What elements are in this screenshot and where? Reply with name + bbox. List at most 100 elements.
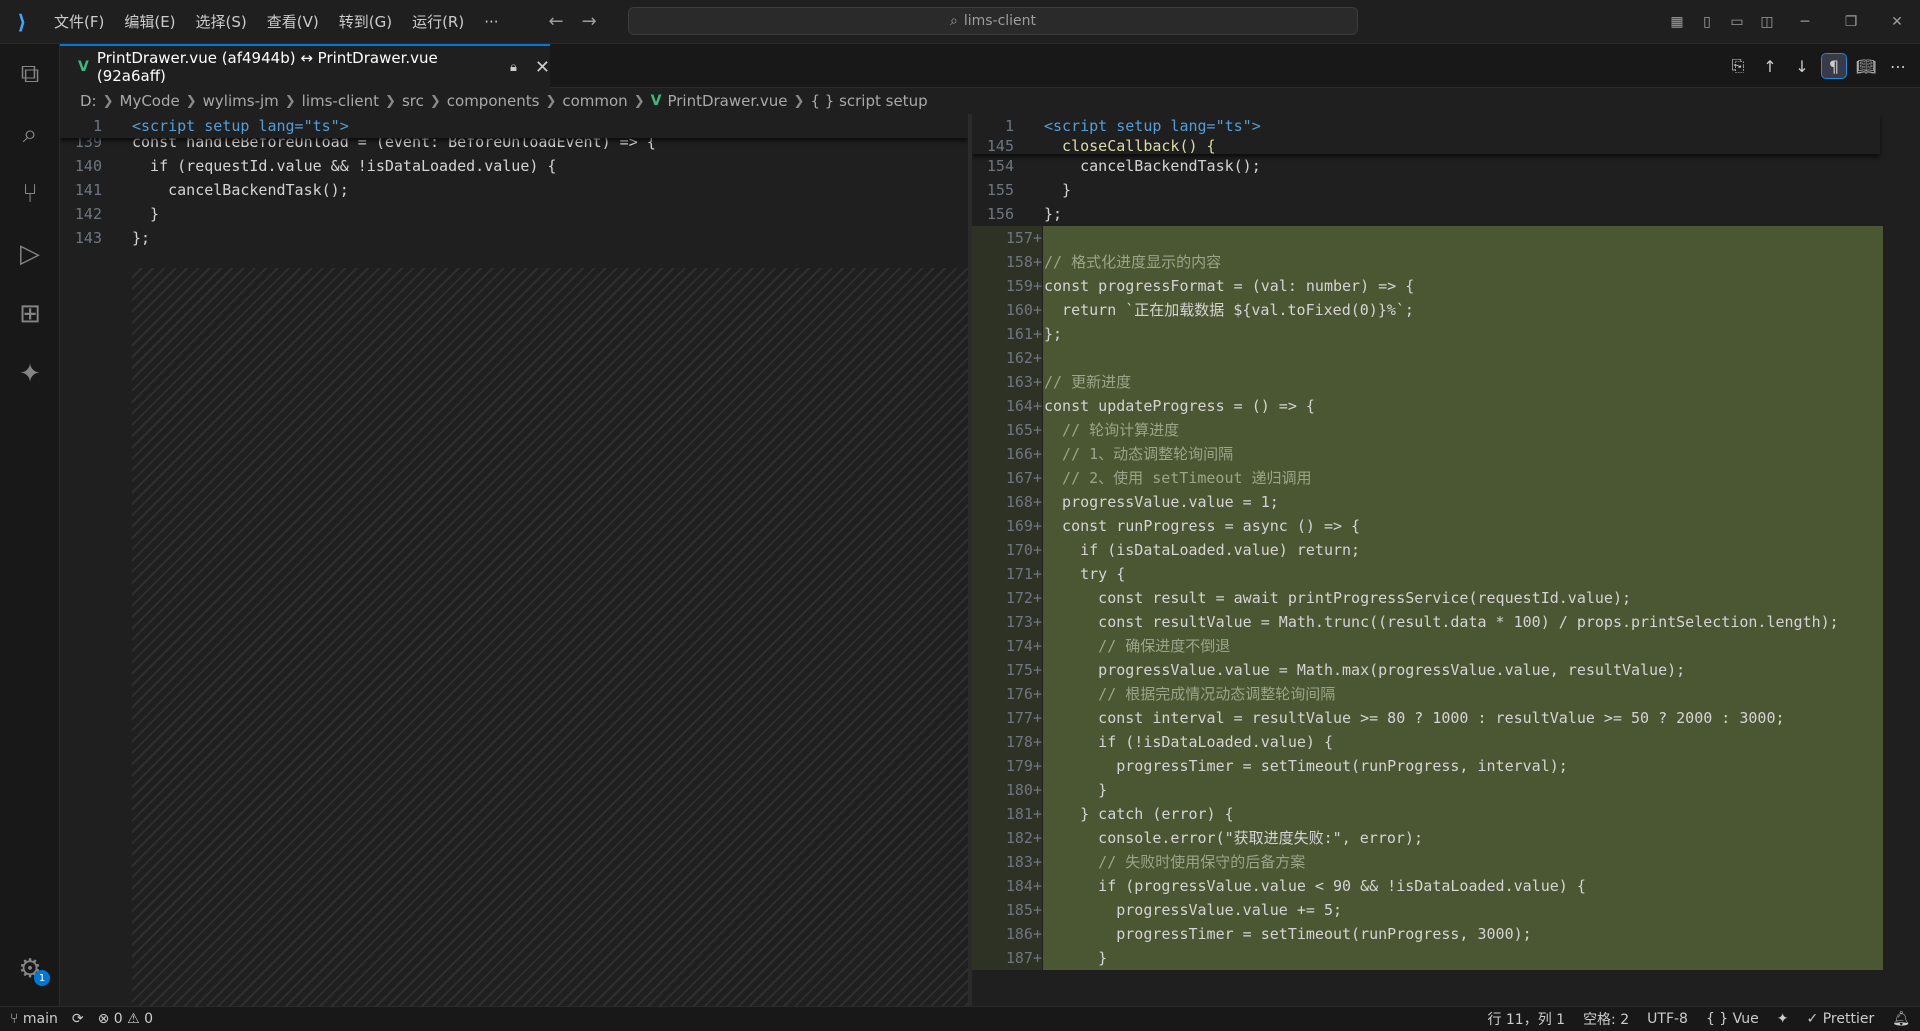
menu-edit[interactable]: 编辑(E): [114, 0, 185, 44]
menu-goto[interactable]: 转到(G): [329, 0, 402, 44]
breadcrumb-components[interactable]: components: [447, 92, 540, 110]
code-line[interactable]: };: [1044, 322, 1062, 346]
code-line[interactable]: progressTimer = setTimeout(runProgress, …: [1044, 922, 1531, 946]
diff-editor-tab[interactable]: V PrintDrawer.vue (af4944b) ↔ PrintDrawe…: [60, 44, 550, 88]
code-line[interactable]: }: [1044, 778, 1107, 802]
added-line-highlight: [1043, 346, 1883, 370]
next-change-icon[interactable]: ↓: [1790, 54, 1814, 78]
run-debug-icon[interactable]: ▷: [0, 224, 60, 284]
code-line[interactable]: } catch (error) {: [1044, 802, 1234, 826]
code-line[interactable]: progressTimer = setTimeout(runProgress, …: [1044, 754, 1568, 778]
code-line[interactable]: if (isDataLoaded.value) return;: [1044, 538, 1360, 562]
code-line[interactable]: const runProgress = async () => {: [1044, 514, 1360, 538]
line-number: 187+: [1005, 949, 1042, 967]
more-actions-icon[interactable]: ⋯: [1886, 54, 1910, 78]
code-line[interactable]: }: [1044, 178, 1071, 202]
toggle-panel-icon[interactable]: ▭: [1722, 14, 1752, 30]
line-number: 141: [74, 181, 102, 199]
code-line[interactable]: progressValue.value = Math.max(progressV…: [1044, 658, 1685, 682]
search-view-icon[interactable]: ⌕: [0, 104, 60, 164]
back-arrow-icon[interactable]: ←: [549, 11, 564, 32]
breadcrumb-wylims[interactable]: wylims-jm: [203, 92, 279, 110]
code-line[interactable]: // 轮询计算进度: [1044, 418, 1179, 442]
open-preview-icon[interactable]: 📖︎: [1854, 54, 1878, 78]
code-line[interactable]: if (progressValue.value < 90 && !isDataL…: [1044, 874, 1586, 898]
notifications-bell-icon[interactable]: 🔔︎: [1892, 1011, 1910, 1027]
code-line[interactable]: cancelBackendTask();: [132, 178, 349, 202]
code-line[interactable]: const updateProgress = () => {: [1044, 394, 1315, 418]
menu-view[interactable]: 查看(V): [257, 0, 329, 44]
customize-layout-icon[interactable]: ▦: [1662, 14, 1692, 30]
code-line[interactable]: console.error("获取进度失败:", error);: [1044, 826, 1423, 850]
prettier-item[interactable]: ✓ Prettier: [1807, 1011, 1875, 1027]
code-line[interactable]: // 更新进度: [1044, 370, 1131, 394]
cursor-position[interactable]: 行 11，列 1: [1487, 1009, 1565, 1029]
diff-modified-pane[interactable]: 153 if (requestId.value && !isDataLoaded…: [972, 114, 1920, 1006]
language-mode[interactable]: { } Vue: [1706, 1011, 1759, 1027]
code-line[interactable]: const progressFormat = (val: number) => …: [1044, 274, 1414, 298]
code-line[interactable]: progressValue.value += 5;: [1044, 898, 1342, 922]
code-line[interactable]: const result = await printProgressServic…: [1044, 586, 1631, 610]
breadcrumb-common[interactable]: common: [562, 92, 627, 110]
code-line[interactable]: // 1、动态调整轮询间隔: [1044, 442, 1233, 466]
minimize-icon[interactable]: ─: [1782, 14, 1828, 30]
toggle-whitespace-icon[interactable]: ¶: [1821, 53, 1847, 79]
code-line[interactable]: }: [1044, 946, 1107, 970]
code-line[interactable]: <script setup lang="ts">: [132, 114, 349, 138]
breadcrumb-lims-client[interactable]: lims-client: [302, 92, 379, 110]
editor-tab-bar: V PrintDrawer.vue (af4944b) ↔ PrintDrawe…: [60, 44, 1920, 88]
breadcrumb-mycode[interactable]: MyCode: [120, 92, 180, 110]
breadcrumb-drive[interactable]: D:: [80, 92, 97, 110]
code-line[interactable]: }: [132, 202, 159, 226]
close-tab-icon[interactable]: ✕: [535, 57, 550, 78]
menu-run[interactable]: 运行(R): [402, 0, 474, 44]
sync-icon[interactable]: ⟳: [72, 1011, 84, 1027]
encoding[interactable]: UTF-8: [1647, 1011, 1688, 1027]
diff-overview-ruler[interactable]: [1880, 114, 1920, 1006]
code-line[interactable]: try {: [1044, 562, 1125, 586]
sticky-scroll-header[interactable]: 1 <script setup lang="ts">: [60, 114, 968, 138]
explorer-icon[interactable]: ⧉: [0, 44, 60, 104]
diff-original-pane[interactable]: 1 <script setup lang="ts"> 139 const handle…: [60, 114, 968, 1006]
code-line[interactable]: // 根据完成情况动态调整轮询间隔: [1044, 682, 1335, 706]
copilot-status-icon[interactable]: ✦: [1777, 1011, 1789, 1027]
close-window-icon[interactable]: ✕: [1874, 14, 1920, 30]
code-line[interactable]: // 格式化进度显示的内容: [1044, 250, 1221, 274]
warning-count: 0: [144, 1011, 154, 1027]
breadcrumb-symbol[interactable]: { } script setup: [810, 92, 927, 110]
source-control-icon[interactable]: ⑂: [0, 164, 60, 224]
code-line[interactable]: // 确保进度不倒退: [1044, 634, 1230, 658]
code-line[interactable]: closeCallback() {: [1044, 134, 1216, 158]
menu-selection[interactable]: 选择(S): [186, 0, 257, 44]
breadcrumb-src[interactable]: src: [402, 92, 424, 110]
code-line[interactable]: const resultValue = Math.trunc((result.d…: [1044, 610, 1839, 634]
sticky-scroll-header[interactable]: 1 <script setup lang="ts"> 145 closeCallba…: [972, 114, 1880, 155]
menu-more[interactable]: ···: [474, 0, 508, 44]
copilot-icon[interactable]: ✦: [0, 344, 60, 404]
code-line[interactable]: // 2、使用 setTimeout 递归调用: [1044, 466, 1312, 490]
open-file-icon[interactable]: ⎘: [1726, 54, 1750, 78]
forward-arrow-icon[interactable]: →: [582, 11, 597, 32]
settings-gear-icon[interactable]: ⚙ 1: [0, 944, 60, 994]
line-number: 143: [74, 229, 102, 247]
command-center-search[interactable]: ⌕ lims-client: [628, 7, 1358, 35]
branch-item[interactable]: ⑂ main: [10, 1011, 58, 1027]
code-line[interactable]: progressValue.value = 1;: [1044, 490, 1279, 514]
line-number: 178+: [1005, 733, 1042, 751]
extensions-icon[interactable]: ⊞: [0, 284, 60, 344]
breadcrumb-file[interactable]: PrintDrawer.vue: [667, 92, 787, 110]
code-line[interactable]: if (requestId.value && !isDataLoaded.val…: [132, 154, 556, 178]
restore-icon[interactable]: ❐: [1828, 14, 1874, 30]
code-line[interactable]: };: [132, 226, 150, 250]
code-line[interactable]: };: [1044, 202, 1062, 226]
indentation[interactable]: 空格: 2: [1583, 1009, 1629, 1029]
code-line[interactable]: return `正在加载数据 ${val.toFixed(0)}%`;: [1044, 298, 1414, 322]
menu-file[interactable]: 文件(F): [44, 0, 114, 44]
code-line[interactable]: // 失败时使用保守的后备方案: [1044, 850, 1305, 874]
code-line[interactable]: if (!isDataLoaded.value) {: [1044, 730, 1333, 754]
problems-item[interactable]: ⊗ 0 ⚠ 0: [98, 1011, 154, 1027]
toggle-sidebar-icon[interactable]: ▯: [1692, 14, 1722, 30]
previous-change-icon[interactable]: ↑: [1758, 54, 1782, 78]
toggle-secondary-sidebar-icon[interactable]: ◫: [1752, 14, 1782, 30]
code-line[interactable]: const interval = resultValue >= 80 ? 100…: [1044, 706, 1784, 730]
